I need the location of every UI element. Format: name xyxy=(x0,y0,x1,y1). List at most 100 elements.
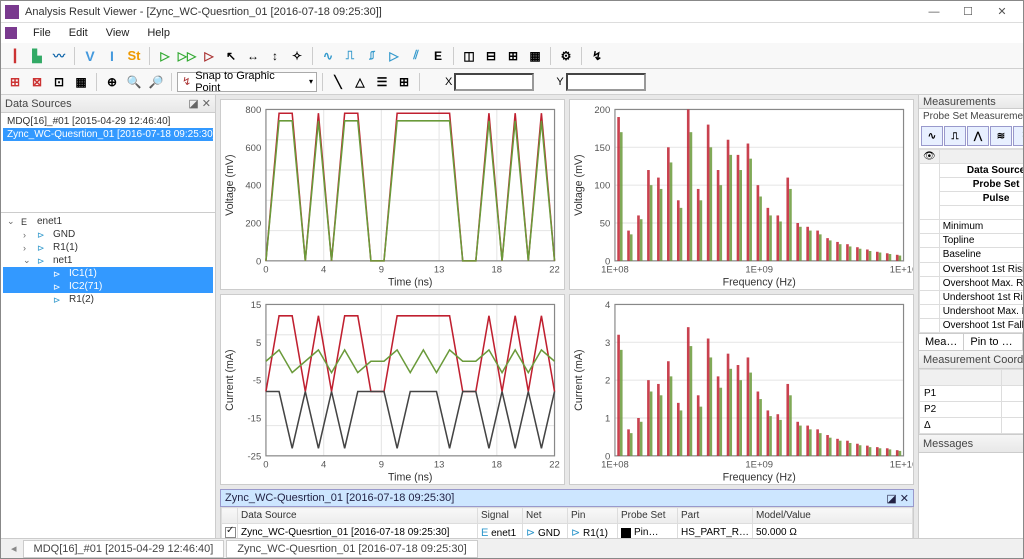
status-bar: ◂ MDQ[16]_#01 [2015-04-29 12:46:40] Zync… xyxy=(1,538,1023,558)
play-btn-1[interactable]: ▷ xyxy=(155,46,175,66)
svg-text:400: 400 xyxy=(245,181,261,192)
wave-btn-2[interactable]: ⎍ xyxy=(340,46,360,66)
svg-text:600: 600 xyxy=(245,143,261,154)
grid-btn-2[interactable]: ⊠ xyxy=(27,72,47,92)
toolbar-1: ┃ ▙ 〰 V I St ▷ ▷▷ ▷ ↖ ↔ ↕ ✧ ∿ ⎍ ⎎ ▷ ⫽ E … xyxy=(1,43,1023,69)
meas-tab-1[interactable]: Mea… xyxy=(919,334,964,350)
probe-btn-3[interactable]: ⋀ xyxy=(967,126,989,146)
svg-text:9: 9 xyxy=(379,265,384,276)
chart-btn-1[interactable]: ┃ xyxy=(5,46,25,66)
measurements-table[interactable]: 👁IC1(1)Data SourceZync_W…Probe SetPinPul… xyxy=(919,149,1023,333)
probe-btn-4[interactable]: ≋ xyxy=(990,126,1012,146)
cursor-btn-3[interactable]: ↕ xyxy=(265,46,285,66)
x-label: X xyxy=(445,76,452,88)
bottom-grid-title: Zync_WC-Quesrtion_01 [2016-07-18 09:25:3… xyxy=(220,489,914,507)
source-item[interactable]: Zync_WC-Quesrtion_01 [2016-07-18 09:25:3… xyxy=(3,128,213,141)
source-item[interactable]: MDQ[16]_#01 [2015-04-29 12:46:40] xyxy=(3,115,213,128)
tree-item[interactable]: ›⊳R1(1) xyxy=(3,241,213,254)
close-icon[interactable]: ✕ xyxy=(202,97,211,110)
zoom-in-icon[interactable]: 🔍 xyxy=(124,72,144,92)
tree-item[interactable]: ⊳R1(2) xyxy=(3,293,213,306)
meas-tab-2[interactable]: Pin to Pin Mea… xyxy=(964,334,1023,350)
bottom-grid[interactable]: Data SourceSignalNetPinProbe SetPartMode… xyxy=(220,507,914,538)
tree-item[interactable]: ⌄Eenet1 xyxy=(3,215,213,228)
grid-btn-3[interactable]: ⊡ xyxy=(49,72,69,92)
svg-text:Time (ns): Time (ns) xyxy=(388,472,432,484)
svg-text:1: 1 xyxy=(605,414,610,425)
chart[interactable]: 1E+081E+091E+10050100150200Frequency (Hz… xyxy=(569,99,914,290)
undock-icon[interactable]: ◪ xyxy=(886,492,896,505)
i-btn[interactable]: I xyxy=(102,46,122,66)
st-btn[interactable]: St xyxy=(124,46,144,66)
cursor-btn-2[interactable]: ↔ xyxy=(243,46,263,66)
tree-item[interactable]: ⊳IC1(1) xyxy=(3,267,213,280)
v-btn[interactable]: V xyxy=(80,46,100,66)
svg-text:22: 22 xyxy=(549,460,560,471)
status-tab-1[interactable]: MDQ[16]_#01 [2015-04-29 12:46:40] xyxy=(23,540,225,558)
e-btn[interactable]: E xyxy=(428,46,448,66)
chart[interactable]: 1E+081E+091E+1001234Frequency (Hz)Curren… xyxy=(569,294,914,485)
play-btn-3[interactable]: ▷ xyxy=(199,46,219,66)
svg-text:Current (mA): Current (mA) xyxy=(224,350,236,411)
layout-btn-3[interactable]: ⊞ xyxy=(503,46,523,66)
cursor-btn-1[interactable]: ↖ xyxy=(221,46,241,66)
gear-icon[interactable]: ⚙ xyxy=(556,46,576,66)
svg-text:1E+09: 1E+09 xyxy=(745,265,773,276)
chart-btn-3[interactable]: 〰 xyxy=(49,46,69,66)
title-bar: Analysis Result Viewer - [Zync_WC-Quesrt… xyxy=(1,1,1023,23)
chart-btn-2[interactable]: ▙ xyxy=(27,46,47,66)
draw-btn-4[interactable]: ⊞ xyxy=(394,72,414,92)
grid-btn-1[interactable]: ⊞ xyxy=(5,72,25,92)
svg-text:4: 4 xyxy=(321,265,326,276)
chart[interactable]: 0491318220200400600800Time (ns)Voltage (… xyxy=(220,99,565,290)
draw-btn-2[interactable]: △ xyxy=(350,72,370,92)
window-title: Analysis Result Viewer - [Zync_WC-Quesrt… xyxy=(25,6,917,18)
tree-item[interactable]: ›⊳GND xyxy=(3,228,213,241)
chart[interactable]: 049131822-25-15-5515Time (ns)Current (mA… xyxy=(220,294,565,485)
menu-edit[interactable]: Edit xyxy=(61,25,96,41)
draw-btn-1[interactable]: ╲ xyxy=(328,72,348,92)
draw-btn-3[interactable]: ☰ xyxy=(372,72,392,92)
probe-btn-2[interactable]: ⎍ xyxy=(944,126,966,146)
svg-text:4: 4 xyxy=(321,460,326,471)
svg-text:2: 2 xyxy=(605,376,610,387)
menu-view[interactable]: View xyxy=(98,25,138,41)
menu-file[interactable]: File xyxy=(25,25,59,41)
menu-help[interactable]: Help xyxy=(139,25,178,41)
close-button[interactable]: ✕ xyxy=(985,2,1019,22)
maximize-button[interactable]: ☐ xyxy=(951,2,985,22)
probe-btn-5[interactable]: ⌇ xyxy=(1013,126,1023,146)
layout-btn-2[interactable]: ⊟ xyxy=(481,46,501,66)
layout-btn-1[interactable]: ◫ xyxy=(459,46,479,66)
coord-table[interactable]: XY P1 P2 Δ xyxy=(919,369,1023,434)
link-btn[interactable]: ↯ xyxy=(587,46,607,66)
signal-tree[interactable]: ⌄Eenet1›⊳GND›⊳R1(1)⌄⊳net1⊳IC1(1)⊳IC2(71)… xyxy=(1,213,215,538)
layout-btn-4[interactable]: ▦ xyxy=(525,46,545,66)
close-icon[interactable]: ✕ xyxy=(900,492,909,505)
status-tab-2[interactable]: Zync_WC-Quesrtion_01 [2016-07-18 09:25:3… xyxy=(226,540,477,558)
wave-btn-3[interactable]: ⎎ xyxy=(362,46,382,66)
wave-btn-4[interactable]: ▷ xyxy=(384,46,404,66)
svg-text:13: 13 xyxy=(434,265,445,276)
probe-btn-1[interactable]: ∿ xyxy=(921,126,943,146)
wave-btn-1[interactable]: ∿ xyxy=(318,46,338,66)
zoom-btn-1[interactable]: ⊕ xyxy=(102,72,122,92)
svg-text:Voltage (mV): Voltage (mV) xyxy=(224,154,236,215)
play-btn-2[interactable]: ▷▷ xyxy=(177,46,197,66)
tree-item[interactable]: ⊳IC2(71) xyxy=(3,280,213,293)
cursor-btn-4[interactable]: ✧ xyxy=(287,46,307,66)
undock-icon[interactable]: ◪ xyxy=(188,97,198,110)
y-field[interactable] xyxy=(566,73,646,91)
svg-text:200: 200 xyxy=(594,105,610,116)
coord-header: Measurement Coordinates ◪✕ xyxy=(919,351,1023,369)
svg-text:15: 15 xyxy=(251,300,262,311)
minimize-button[interactable]: — xyxy=(917,2,951,22)
svg-text:Voltage (mV): Voltage (mV) xyxy=(573,154,585,215)
wave-btn-5[interactable]: ⫽ xyxy=(406,46,426,66)
zoom-out-icon[interactable]: 🔎 xyxy=(146,72,166,92)
grid-btn-4[interactable]: ▦ xyxy=(71,72,91,92)
tree-item[interactable]: ⌄⊳net1 xyxy=(3,254,213,267)
source-list[interactable]: MDQ[16]_#01 [2015-04-29 12:46:40] Zync_W… xyxy=(1,113,215,213)
snap-dropdown[interactable]: ↯ Snap to Graphic Point xyxy=(177,72,317,92)
x-field[interactable] xyxy=(454,73,534,91)
